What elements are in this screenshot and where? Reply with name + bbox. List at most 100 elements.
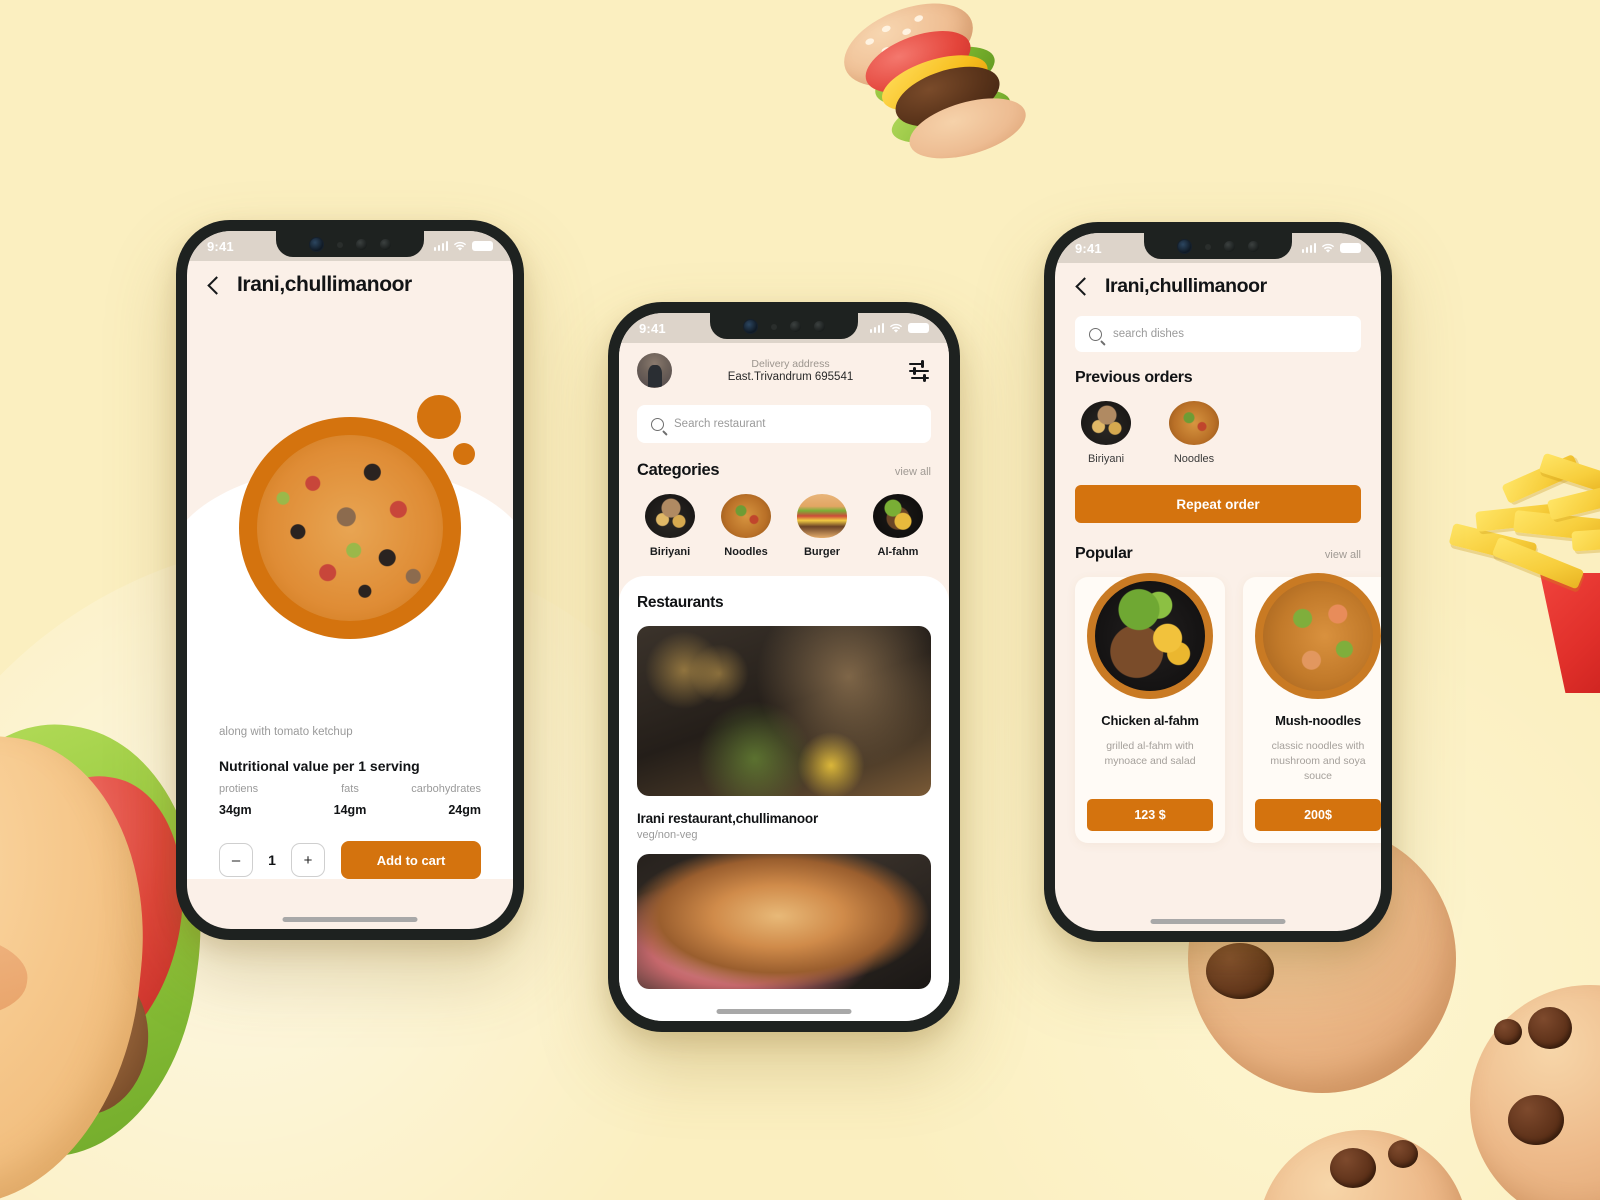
wifi-icon — [453, 241, 467, 251]
biriyani-image — [1081, 401, 1131, 445]
wifi-icon — [1321, 243, 1335, 253]
phone-restaurant: 9:41 Irani,chullimanoor search dishes Pr… — [1044, 222, 1392, 942]
status-indicators — [869, 323, 929, 334]
woman-eating-image[interactable] — [637, 626, 931, 796]
biriyani-image — [645, 494, 695, 538]
previous-orders-section: Previous orders Biriyani Noodles — [1055, 369, 1381, 465]
noodles-image — [1169, 401, 1219, 445]
search-dishes-input[interactable]: search dishes — [1075, 316, 1361, 352]
page-title: Irani,chullimanoor — [237, 273, 412, 296]
front-camera-icon — [309, 237, 324, 252]
nutrition-label: protiens — [219, 783, 259, 796]
product-hero — [187, 301, 513, 726]
restaurants-title: Restaurants — [637, 594, 724, 611]
category-label: Noodles — [724, 546, 768, 558]
restaurant-name: Irani restaurant,chullimanoor — [637, 811, 818, 826]
sensor-dot-icon — [1205, 243, 1211, 250]
popular-item-name: Mush-noodles — [1275, 713, 1361, 728]
quantity-value: 1 — [268, 852, 276, 869]
fries-illustration — [1448, 452, 1600, 693]
add-to-cart-bar: – 1 + Add to cart — [187, 817, 513, 880]
sensor-dot-icon — [356, 239, 367, 250]
nutrition-value: 24gm — [448, 803, 481, 818]
wifi-icon — [889, 323, 903, 333]
detail-header: Irani,chullimanoor — [187, 261, 513, 301]
status-time: 9:41 — [207, 238, 234, 254]
nutrition-value: 34gm — [219, 803, 252, 818]
sensor-dot-icon — [771, 323, 777, 330]
decor-circle-large — [417, 395, 461, 439]
delivery-address-row: Delivery address East.Trivandrum 695541 — [637, 353, 931, 388]
decrement-button[interactable]: – — [219, 843, 253, 878]
nutrition-table: protiens fats carbohydrates 34gm 14gm 24… — [219, 783, 481, 817]
search-icon — [1089, 327, 1102, 341]
increment-button[interactable]: + — [291, 843, 325, 878]
screen-product-detail: 9:41 Irani,chullimanoor along with tomat… — [187, 231, 513, 929]
popular-view-all-link[interactable]: view all — [1325, 549, 1361, 561]
previous-orders-title: Previous orders — [1075, 369, 1193, 386]
mush-noodles-image — [1255, 573, 1381, 699]
status-bar: 9:41 — [1055, 233, 1381, 263]
delivery-address-block[interactable]: Delivery address East.Trivandrum 695541 — [684, 358, 897, 383]
category-item-burger[interactable]: Burger — [793, 494, 851, 558]
delivery-address-value: East.Trivandrum 695541 — [727, 371, 854, 383]
popular-card-mush-noodles[interactable]: Mush-noodles classic noodles with mushro… — [1243, 573, 1381, 843]
notch — [276, 231, 424, 257]
previous-order-label: Biriyani — [1087, 453, 1125, 465]
nutrition-value: 14gm — [333, 803, 367, 818]
signal-bars-icon — [1301, 243, 1316, 253]
filter-sliders-icon[interactable] — [909, 359, 931, 382]
screen-restaurant: 9:41 Irani,chullimanoor search dishes Pr… — [1055, 233, 1381, 931]
avatar[interactable] — [637, 353, 672, 388]
alfahm-image — [873, 494, 923, 538]
add-to-cart-button[interactable]: Add to cart — [341, 841, 481, 880]
categories-view-all-link[interactable]: view all — [895, 466, 931, 478]
category-item-noodles[interactable]: Noodles — [717, 494, 775, 558]
screen-home: 9:41 Delivery address East.Trivandrum 69… — [619, 313, 949, 1021]
signal-bars-icon — [869, 323, 884, 333]
speaker-dot-icon — [814, 321, 825, 332]
back-chevron-icon[interactable] — [1075, 277, 1094, 296]
category-item-biriyani[interactable]: Biriyani — [641, 494, 699, 558]
search-placeholder: search dishes — [1113, 328, 1184, 340]
popular-item-description: classic noodles with mushroom and soya s… — [1270, 740, 1366, 783]
home-header: Delivery address East.Trivandrum 695541 … — [619, 343, 949, 574]
popular-card-chicken-alfahm[interactable]: Chicken al-fahm grilled al-fahm with myn… — [1075, 573, 1225, 843]
burger-image — [797, 494, 847, 538]
notch — [1144, 233, 1292, 259]
home-indicator — [282, 917, 418, 922]
status-time: 9:41 — [639, 320, 666, 336]
repeat-order-button[interactable]: Repeat order — [1075, 485, 1361, 523]
product-image — [239, 417, 461, 639]
home-indicator — [1150, 919, 1286, 924]
search-icon — [651, 417, 664, 431]
nutrition-label: carbohydrates — [411, 783, 481, 796]
decor-circle-small — [453, 443, 475, 465]
pizza-slice-image[interactable] — [637, 854, 931, 989]
previous-order-item-noodles[interactable]: Noodles — [1163, 401, 1225, 465]
category-item-alfahm[interactable]: Al-fahm — [869, 494, 927, 558]
popular-item-price-button[interactable]: 200$ — [1255, 798, 1381, 831]
search-restaurant-input[interactable]: Search restaurant — [637, 405, 931, 443]
notch — [710, 313, 858, 339]
status-bar: 9:41 — [187, 231, 513, 261]
battery-icon — [908, 323, 929, 333]
nutrition-label: fats — [341, 783, 359, 796]
previous-order-item-biriyani[interactable]: Biriyani — [1075, 401, 1137, 465]
sensor-dot-icon — [790, 321, 801, 332]
back-chevron-icon[interactable] — [207, 275, 226, 295]
burger-illustration — [831, 0, 1040, 178]
popular-item-price-button[interactable]: 123 $ — [1087, 798, 1213, 831]
status-bar: 9:41 — [619, 313, 949, 343]
sensor-dot-icon — [1224, 241, 1235, 252]
chicken-alfahm-image — [1087, 573, 1213, 699]
categories-list: Biriyani Noodles Burger Al-fahm — [637, 494, 931, 574]
popular-header: Popular view all — [1055, 545, 1381, 563]
categories-title: Categories — [637, 461, 720, 479]
status-indicators — [433, 241, 493, 252]
restaurants-section: Restaurants Irani restaurant,chullimanoo… — [619, 576, 949, 1021]
page-title: Irani,chullimanoor — [1105, 275, 1267, 297]
speaker-dot-icon — [380, 239, 391, 250]
restaurant-subtitle: veg/non-veg — [637, 829, 698, 841]
status-time: 9:41 — [1075, 240, 1102, 256]
